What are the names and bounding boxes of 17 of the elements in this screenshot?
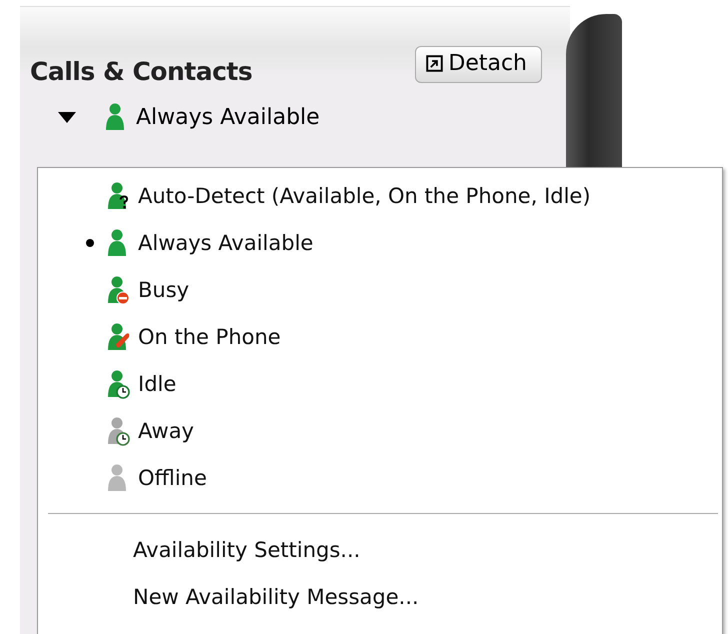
current-status[interactable]: Always Available bbox=[136, 104, 320, 130]
menu-item[interactable]: Idle bbox=[38, 360, 722, 407]
menu-item[interactable]: New Availability Message... bbox=[38, 573, 722, 620]
person-clock-icon bbox=[106, 368, 132, 398]
person-clock-icon bbox=[106, 416, 132, 446]
menu-item[interactable]: On the Phone bbox=[38, 313, 722, 360]
menu-item[interactable]: Offline bbox=[38, 454, 722, 501]
panel-title: Calls & Contacts bbox=[30, 57, 252, 86]
detach-window-icon bbox=[426, 55, 444, 72]
detach-button[interactable]: Detach bbox=[415, 46, 542, 83]
menu-item[interactable]: Auto-Detect (Available, On the Phone, Idle) bbox=[38, 172, 722, 219]
expand-arrow-icon[interactable] bbox=[58, 112, 76, 122]
person-phone-icon bbox=[106, 322, 132, 352]
menu-item[interactable]: Always Available bbox=[38, 219, 722, 266]
menu-item[interactable]: Busy bbox=[38, 266, 722, 313]
menu-item[interactable]: Availability Settings... bbox=[38, 526, 722, 573]
menu-item[interactable]: Away bbox=[38, 407, 722, 454]
